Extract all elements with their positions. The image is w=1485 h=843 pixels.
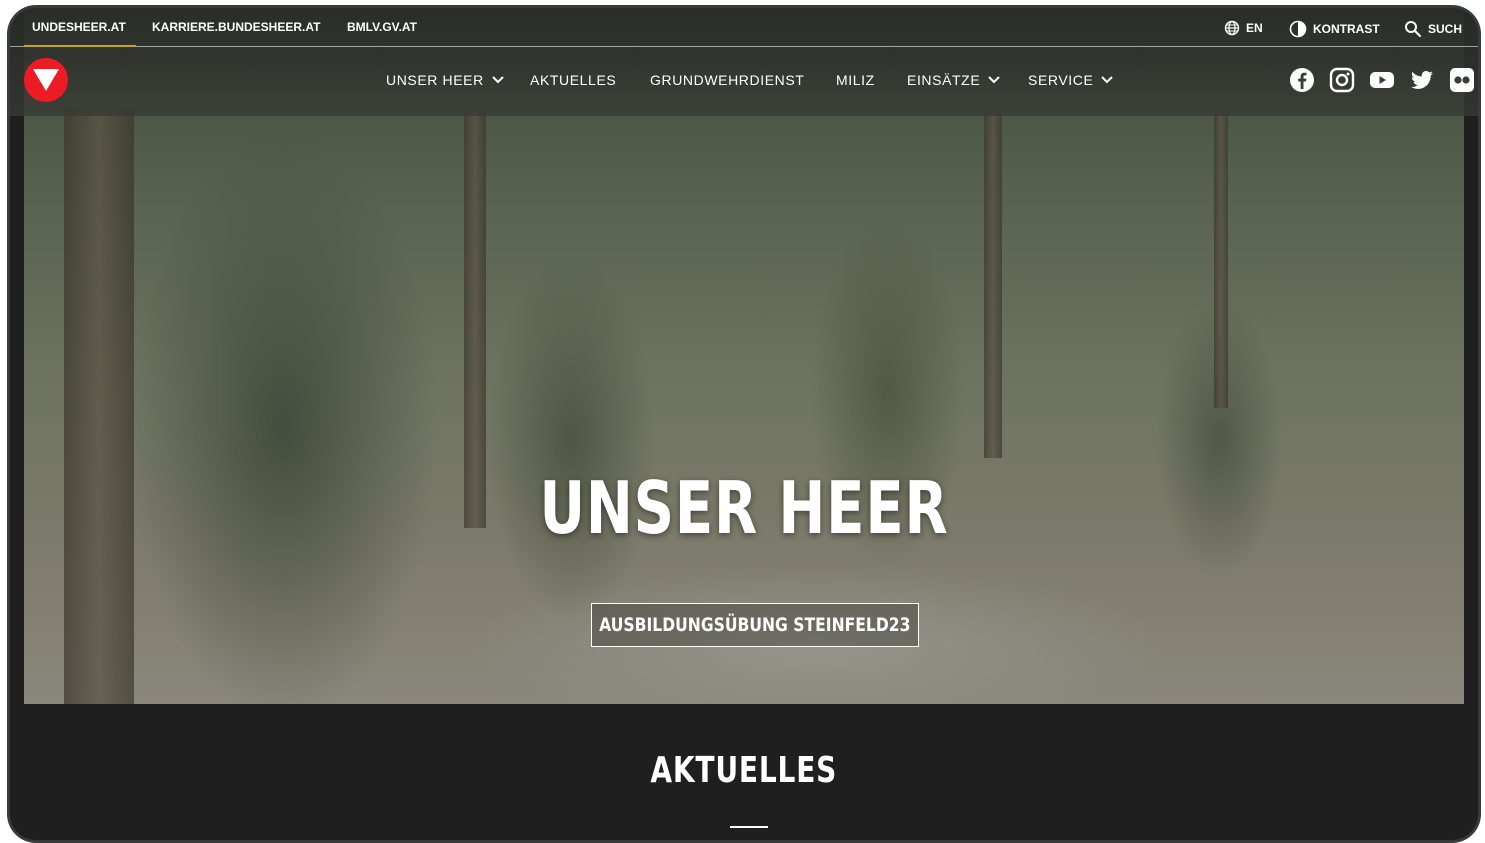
tree-trunk (464, 108, 486, 528)
section-divider (730, 826, 768, 828)
toplink-bmlv[interactable]: BMLV.GV.AT (347, 20, 417, 34)
contrast-toggle[interactable]: KONTRAST (1289, 20, 1380, 38)
nav-label: UNSER HEER (386, 72, 484, 88)
nav-label: SERVICE (1028, 72, 1094, 88)
hero-cta-button[interactable]: AUSBILDUNGSÜBUNG STEINFELD23 (591, 603, 919, 647)
nav-item-service[interactable]: SERVICE (1028, 72, 1114, 88)
search-button[interactable]: SUCH (1404, 20, 1462, 38)
nav-label: EINSÄTZE (907, 72, 981, 88)
contrast-icon (1289, 20, 1307, 38)
section-title-aktuelles: AKTUELLES (10, 750, 1478, 791)
triangle-logo-icon (33, 69, 59, 91)
nav-item-einsaetze[interactable]: EINSÄTZE (907, 72, 1000, 88)
globe-icon (1224, 20, 1240, 36)
toplink-karriere[interactable]: KARRIERE.BUNDESHEER.AT (152, 20, 320, 34)
search-icon (1405, 21, 1422, 38)
search-label: SUCH (1428, 22, 1463, 36)
browser-frame: UNSER HEER AUSBILDUNGSÜBUNG STEINFELD23 … (10, 8, 1478, 840)
nav-label: AKTUELLES (530, 72, 617, 88)
instagram-icon[interactable] (1329, 67, 1355, 93)
twitter-icon[interactable] (1409, 67, 1435, 93)
bundesheer-logo[interactable] (24, 58, 68, 102)
toplink-bundesheer[interactable]: UNDESHEER.AT (24, 20, 136, 47)
contrast-label: KONTRAST (1313, 22, 1380, 36)
language-label: EN (1246, 21, 1263, 35)
facebook-icon[interactable] (1289, 67, 1315, 93)
flickr-icon[interactable] (1449, 67, 1475, 93)
nav-label: MILIZ (836, 72, 875, 88)
section-title-text: AKTUELLES (650, 750, 838, 791)
chevron-down-icon (1101, 76, 1114, 84)
chevron-down-icon (492, 76, 504, 84)
tree-trunk (64, 108, 134, 704)
nav-item-miliz[interactable]: MILIZ (836, 72, 875, 88)
nav-label: GRUNDWEHRDIENST (650, 72, 805, 88)
language-switch[interactable]: EN (1224, 20, 1263, 36)
tree-trunk (984, 108, 1002, 458)
social-links (1289, 67, 1475, 93)
hero-cta-label: AUSBILDUNGSÜBUNG STEINFELD23 (599, 614, 911, 636)
hero-title: UNSER HEER (539, 466, 949, 550)
youtube-icon[interactable] (1369, 67, 1395, 93)
nav-item-unser-heer[interactable]: UNSER HEER (386, 72, 504, 88)
chevron-down-icon (988, 76, 1000, 84)
site-header: UNDESHEER.AT KARRIERE.BUNDESHEER.AT BMLV… (10, 8, 1478, 116)
nav-item-aktuelles[interactable]: AKTUELLES (530, 72, 616, 88)
nav-item-grundwehrdienst[interactable]: GRUNDWEHRDIENST (650, 72, 804, 88)
top-bar: UNDESHEER.AT KARRIERE.BUNDESHEER.AT BMLV… (10, 8, 1478, 47)
tree-trunk (1214, 108, 1228, 408)
